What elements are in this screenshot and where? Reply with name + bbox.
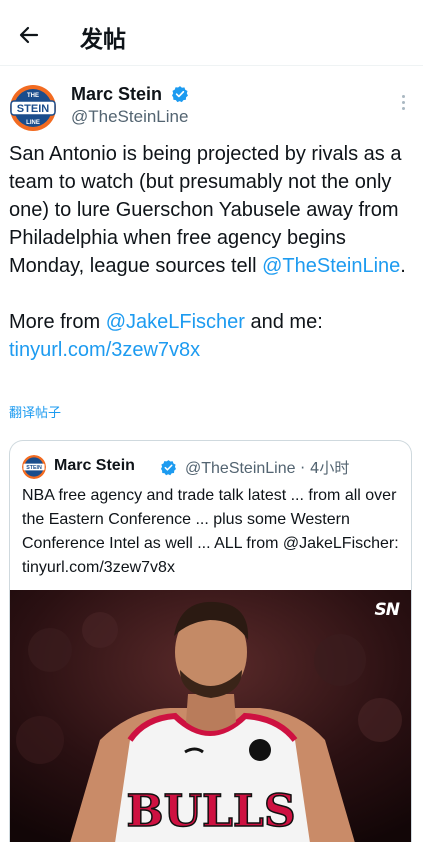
verified-badge-icon: [160, 460, 177, 476]
quoted-author-name: Marc Stein: [54, 457, 135, 474]
page-title: 发帖: [80, 27, 126, 53]
tweet-paragraph-1: San Antonio is being projected by rivals…: [9, 140, 414, 280]
translate-post-link[interactable]: 翻译帖子: [9, 402, 61, 421]
svg-text:LINE: LINE: [26, 120, 40, 126]
stein-line-logo: STEIN: [22, 455, 46, 479]
quoted-tweet[interactable]: STEIN Marc Stein @TheSteinLine · 4小时 NBA…: [9, 440, 412, 842]
quoted-avatar: STEIN: [22, 455, 46, 479]
quoted-tweet-header: STEIN Marc Stein @TheSteinLine · 4小时: [22, 454, 402, 480]
tweet-text-more: More from: [9, 311, 106, 333]
svg-text:STEIN: STEIN: [26, 465, 42, 471]
svg-text:BULLS: BULLS: [126, 786, 295, 837]
quoted-tweet-text: NBA free agency and trade talk latest ..…: [22, 487, 399, 576]
more-dot: [401, 100, 405, 104]
more-options-button[interactable]: [393, 92, 413, 112]
author-name[interactable]: Marc Stein: [71, 84, 189, 105]
stein-line-logo: STEIN THE LINE: [8, 83, 58, 133]
arrow-left-icon: [19, 26, 39, 44]
author-name-text: Marc Stein: [71, 84, 163, 104]
svg-text:STEIN: STEIN: [17, 103, 49, 115]
avatar[interactable]: STEIN THE LINE: [8, 83, 58, 133]
tweet-text-and-me: and me:: [244, 311, 323, 333]
quoted-author-handle: @TheSteinLine · 4小时: [185, 457, 349, 478]
tweet-paragraph-2: More from @JakeLFischer and me: tinyurl.c…: [9, 308, 414, 364]
quoted-timestamp: · 4小时: [295, 459, 350, 477]
svg-text:THE: THE: [27, 93, 39, 99]
author-handle[interactable]: @TheSteinLine: [71, 107, 188, 127]
back-button[interactable]: [14, 20, 44, 50]
basketball-player-photo: BULLS: [10, 590, 411, 842]
sporting-news-logo: SN: [374, 600, 401, 620]
more-dot: [401, 94, 405, 98]
more-dot: [401, 106, 405, 110]
mention-link[interactable]: @JakeLFischer: [106, 311, 245, 333]
verified-badge-icon: [172, 86, 188, 103]
tweet-text-period: .: [400, 255, 406, 277]
tweet-author: STEIN THE LINE Marc Stein @TheSteinLine: [8, 80, 415, 140]
tweet-text: San Antonio is being projected by rivals…: [9, 140, 414, 364]
mention-link[interactable]: @TheSteinLine: [262, 255, 400, 277]
quoted-handle-text: @TheSteinLine: [185, 460, 296, 477]
url-link[interactable]: tinyurl.com/3zew7v8x: [9, 339, 200, 361]
top-bar: 发帖: [0, 0, 423, 66]
quoted-tweet-image[interactable]: BULLS SN: [10, 590, 411, 842]
